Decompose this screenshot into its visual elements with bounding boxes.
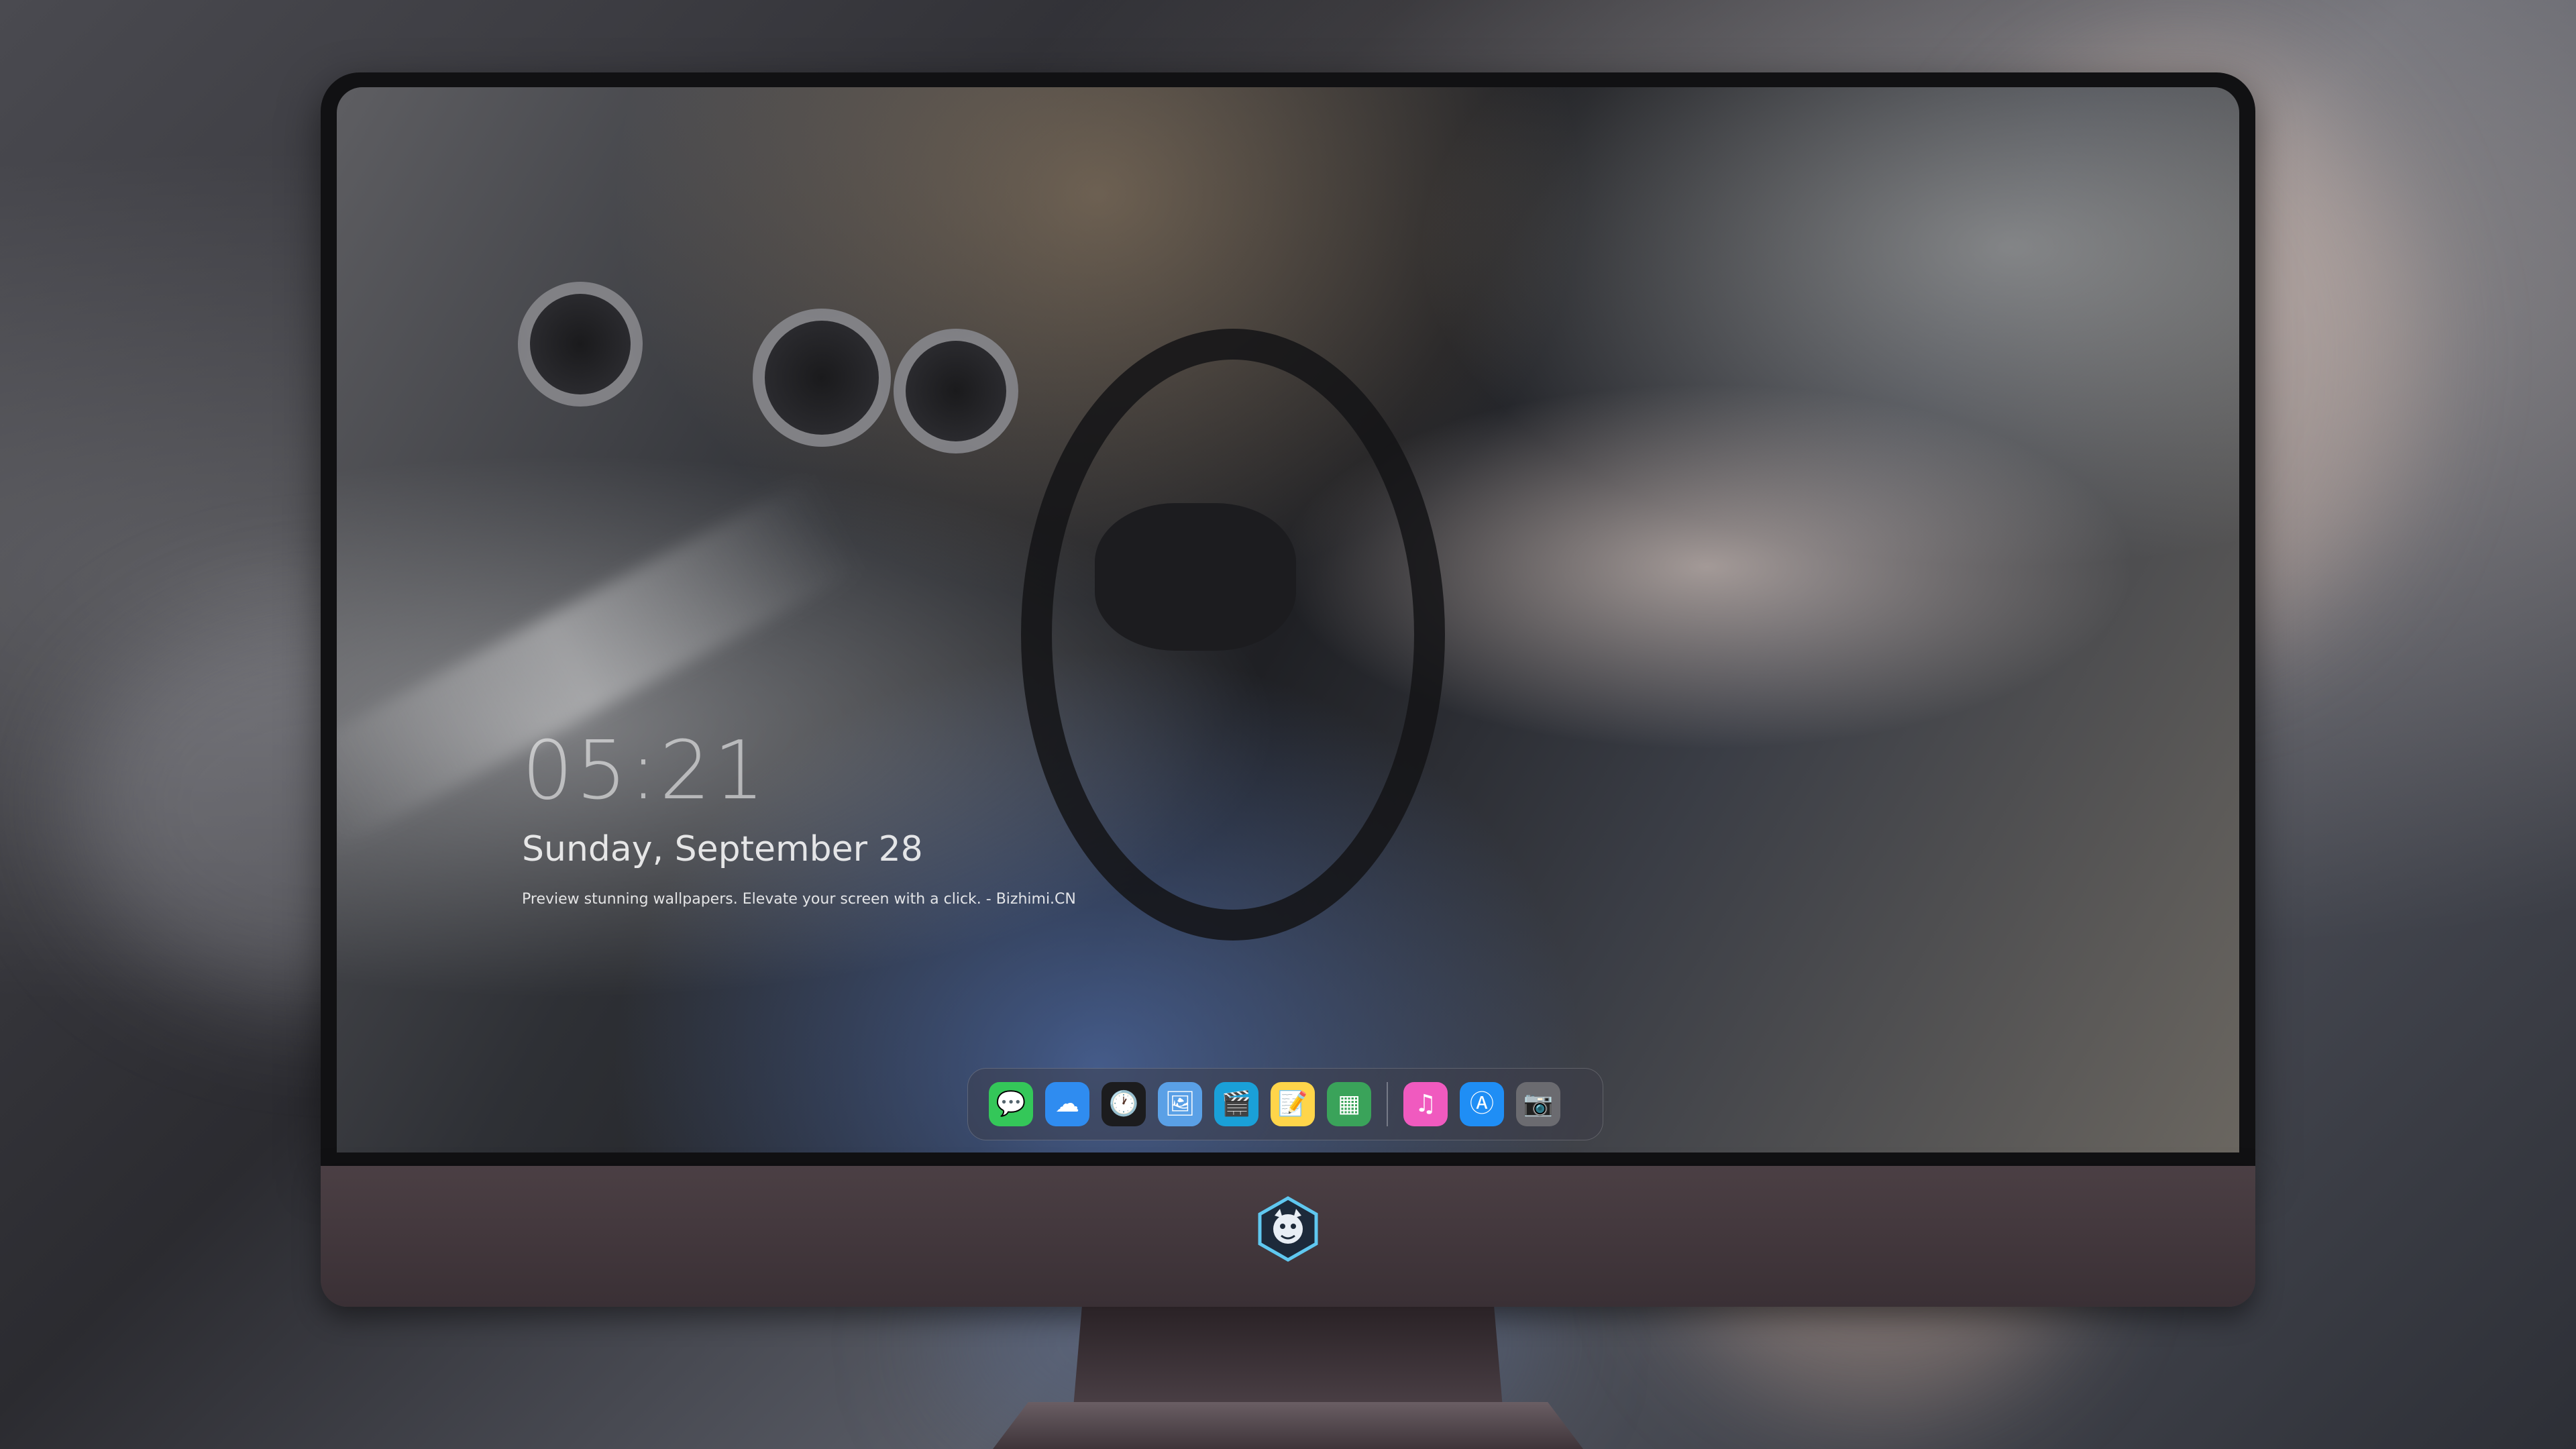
monitor-stand-neck [1073, 1307, 1503, 1407]
wallpaper-steering-hub [1095, 503, 1296, 651]
wallpaper-gauge [894, 329, 1018, 453]
clock-icon[interactable]: 🕐 [1102, 1082, 1146, 1126]
notes-icon[interactable]: 📝 [1271, 1082, 1315, 1126]
photo-booth-icon[interactable]: ▦ [1327, 1082, 1371, 1126]
monitor-chin [321, 1166, 2255, 1307]
wallpaper-gauge [518, 282, 643, 407]
wallpaper-gauge [753, 309, 891, 447]
dock: 💬 ☁ 🕐 🖼 🎬 📝 ▦ ♫ Ⓐ 📷 [967, 1068, 1603, 1140]
clips-icon[interactable]: 🎬 [1214, 1082, 1258, 1126]
screenshot-icon[interactable]: 📷 [1516, 1082, 1560, 1126]
lock-screen-time: 05:21 [522, 724, 767, 818]
weather-icon[interactable]: ☁ [1045, 1082, 1089, 1126]
lock-screen-caption: Preview stunning wallpapers. Elevate you… [522, 891, 1076, 908]
monitor-stand-base [993, 1402, 1583, 1449]
monitor-bezel: 05:21 Sunday, September 28 Preview stunn… [321, 72, 2255, 1166]
monitor: 05:21 Sunday, September 28 Preview stunn… [321, 72, 2255, 1307]
app-store-icon[interactable]: Ⓐ [1460, 1082, 1504, 1126]
preview-icon[interactable]: 🖼 [1158, 1082, 1202, 1126]
lock-screen-wallpaper[interactable]: 05:21 Sunday, September 28 Preview stunn… [337, 87, 2239, 1152]
background-stage: 05:21 Sunday, September 28 Preview stunn… [0, 0, 2576, 1449]
music-icon[interactable]: ♫ [1403, 1082, 1448, 1126]
brand-logo-icon [1258, 1196, 1318, 1262]
lock-screen-date: Sunday, September 28 [522, 829, 923, 869]
dock-separator [1387, 1082, 1388, 1126]
messages-icon[interactable]: 💬 [989, 1082, 1033, 1126]
